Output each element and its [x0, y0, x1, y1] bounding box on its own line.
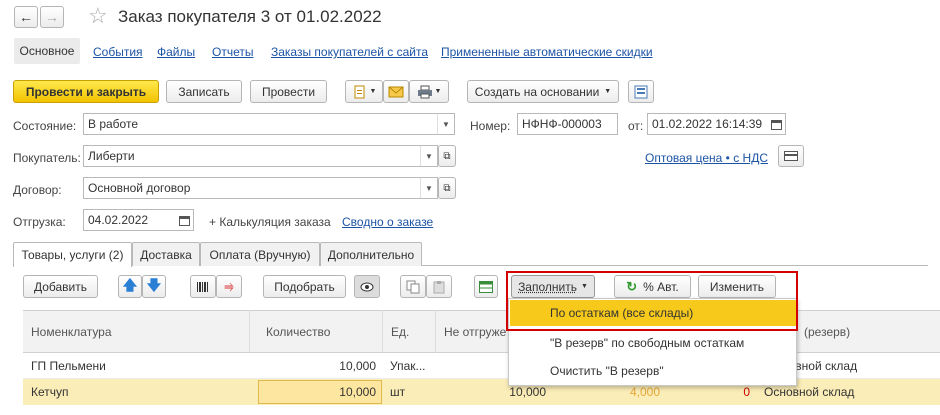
- arrow-right-icon: →: [45, 9, 59, 25]
- row-name: ГП Пельмени: [31, 359, 106, 373]
- email-button[interactable]: [383, 80, 409, 103]
- tab-payment[interactable]: Оплата (Вручную): [200, 242, 320, 266]
- tab-goods[interactable]: Товары, услуги (2): [13, 242, 132, 267]
- column-header-not-shipped[interactable]: Не отгруже: [436, 310, 516, 353]
- open-contract-button[interactable]: ⧉: [438, 177, 456, 199]
- split-arrows-icon: ⥤: [224, 279, 234, 293]
- paste-button[interactable]: [426, 275, 452, 298]
- nav-item-discounts[interactable]: Примененные автоматические скидки: [441, 45, 653, 59]
- chevron-down-icon[interactable]: ▼: [437, 114, 454, 134]
- print-button[interactable]: ▼: [409, 80, 449, 103]
- structure-icon: [634, 85, 648, 98]
- create-based-on-button[interactable]: Создать на основании ▼: [467, 80, 619, 103]
- paste-icon: [433, 280, 445, 293]
- nav-item-reports[interactable]: Отчеты: [212, 45, 253, 59]
- open-buyer-button[interactable]: ⧉: [438, 145, 456, 167]
- chevron-down-icon: ▼: [604, 88, 612, 95]
- column-header-quantity[interactable]: Количество: [258, 310, 383, 353]
- star-icon[interactable]: ☆: [88, 3, 108, 29]
- card-button[interactable]: [778, 145, 804, 167]
- tab-additional[interactable]: Дополнительно: [320, 242, 422, 266]
- fill-button[interactable]: Заполнить ▼: [511, 275, 595, 298]
- printer-icon: [417, 85, 432, 98]
- auto-percent-button[interactable]: ↻% Авт.: [614, 275, 691, 298]
- structure-button[interactable]: [628, 80, 654, 103]
- nav-item-events[interactable]: События: [93, 45, 143, 59]
- chevron-down-icon[interactable]: ▼: [420, 178, 437, 198]
- number-label: Номер:: [470, 119, 511, 133]
- move-up-button[interactable]: 🡅: [118, 275, 142, 298]
- state-field[interactable]: В работе ▼: [83, 113, 455, 135]
- row-unit: Упак...: [390, 359, 426, 373]
- move-down-button[interactable]: 🡇: [142, 275, 166, 298]
- barcode-icon: [197, 281, 208, 292]
- chevron-down-icon: ▼: [580, 283, 588, 290]
- menu-item-by-balance[interactable]: По остаткам (все склады): [510, 300, 796, 326]
- row-quantity: 10,000: [339, 359, 376, 373]
- copy-icon: [406, 280, 420, 293]
- arrow-up-icon: 🡅: [122, 276, 138, 293]
- page-title: Заказ покупателя 3 от 01.02.2022: [118, 7, 382, 26]
- back-button[interactable]: ←: [14, 6, 38, 28]
- row-name: Кетчуп: [31, 385, 69, 399]
- view-button[interactable]: [354, 275, 380, 298]
- attach-button[interactable]: ▼: [345, 80, 383, 103]
- buyer-field[interactable]: Либерти ▼: [83, 145, 438, 167]
- state-label: Состояние:: [13, 119, 77, 133]
- order-summary-link[interactable]: Сводно о заказе: [342, 215, 433, 229]
- post-button[interactable]: Провести: [250, 80, 327, 103]
- copy-button[interactable]: [400, 275, 426, 298]
- post-and-close-button[interactable]: Провести и закрыть: [13, 80, 159, 103]
- card-icon: [784, 151, 798, 161]
- eye-icon: [360, 282, 374, 291]
- nav-item-main[interactable]: Основное: [14, 38, 80, 64]
- arrow-left-icon: ←: [19, 9, 33, 25]
- number-field[interactable]: НФНФ-000003: [517, 113, 618, 135]
- pick-button[interactable]: Подобрать: [263, 275, 346, 298]
- refresh-icon: ↻: [626, 278, 638, 294]
- row-unit: шт: [390, 385, 406, 399]
- row-quantity: 10,000: [339, 385, 376, 399]
- table-icon: [479, 280, 493, 293]
- calculation-toggle[interactable]: + Калькуляция заказа: [209, 215, 331, 229]
- contract-label: Договор:: [13, 183, 62, 197]
- date-label: от:: [628, 119, 644, 133]
- split-button[interactable]: ⥤: [216, 275, 242, 298]
- calendar-icon[interactable]: [768, 114, 785, 134]
- tab-delivery[interactable]: Доставка: [132, 242, 200, 266]
- date-field[interactable]: 01.02.2022 16:14:39: [647, 113, 786, 135]
- save-button[interactable]: Записать: [166, 80, 242, 103]
- shipment-date-field[interactable]: 04.02.2022: [83, 209, 194, 231]
- column-header-unit[interactable]: Ед.: [383, 310, 436, 353]
- open-icon: ⧉: [443, 182, 451, 194]
- chevron-down-icon: ▼: [369, 88, 377, 95]
- table-settings-button[interactable]: [474, 275, 498, 298]
- nav-item-files[interactable]: Файлы: [157, 45, 195, 59]
- menu-item-clear-reserve[interactable]: Очистить "В резерв": [510, 358, 796, 384]
- chevron-down-icon: ▼: [434, 88, 442, 95]
- nav-item-site-orders[interactable]: Заказы покупателей с сайта: [271, 45, 428, 59]
- menu-item-reserve-free[interactable]: "В резерв" по свободным остаткам: [510, 330, 796, 356]
- buyer-label: Покупатель:: [13, 151, 81, 165]
- contract-field[interactable]: Основной договор ▼: [83, 177, 438, 199]
- price-type-link[interactable]: Оптовая цена • с НДС: [645, 151, 768, 165]
- column-header-reserve[interactable]: (резерв): [796, 310, 926, 353]
- column-header-nomenclature[interactable]: Номенклатура: [23, 310, 250, 353]
- arrow-down-icon: 🡇: [146, 276, 162, 293]
- calendar-icon[interactable]: [176, 210, 193, 230]
- chevron-down-icon[interactable]: ▼: [420, 146, 437, 166]
- document-icon: [354, 85, 365, 98]
- open-icon: ⧉: [443, 150, 451, 162]
- change-button[interactable]: Изменить: [698, 275, 776, 298]
- envelope-icon: [388, 86, 404, 97]
- shipment-label: Отгрузка:: [13, 215, 66, 229]
- add-row-button[interactable]: Добавить: [23, 275, 98, 298]
- forward-button[interactable]: →: [40, 6, 64, 28]
- barcode-button[interactable]: [190, 275, 216, 298]
